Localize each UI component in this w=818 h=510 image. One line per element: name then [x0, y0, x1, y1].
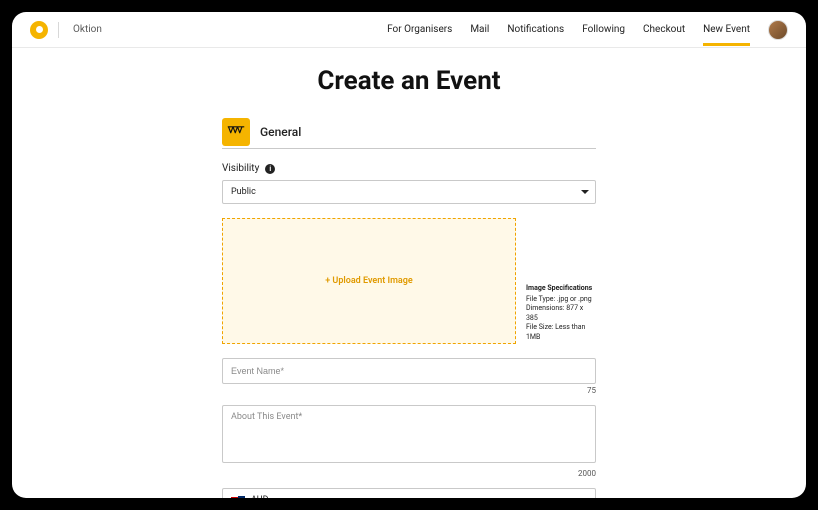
- top-nav: For Organisers Mail Notifications Follow…: [387, 20, 788, 40]
- page-title: Create an Event: [12, 66, 806, 96]
- top-bar: Oktion For Organisers Mail Notifications…: [12, 12, 806, 48]
- about-event-textarea[interactable]: [222, 405, 596, 463]
- currency-select[interactable]: AUD: [222, 488, 596, 498]
- upload-row: + Upload Event Image Image Specification…: [222, 218, 596, 344]
- form-wrap: General Visibility i Public + Upload Eve…: [222, 118, 596, 498]
- nav-following[interactable]: Following: [582, 24, 625, 35]
- screen: Oktion For Organisers Mail Notifications…: [12, 12, 806, 498]
- nav-organisers[interactable]: For Organisers: [387, 24, 452, 35]
- nav-new-event[interactable]: New Event: [703, 24, 750, 46]
- brand-name: Oktion: [73, 24, 102, 35]
- specs-filesize: File Size: Less than 1MB: [526, 323, 596, 342]
- visibility-value: Public: [231, 187, 256, 197]
- nav-mail[interactable]: Mail: [470, 24, 489, 35]
- brand-wrap[interactable]: Oktion: [30, 21, 102, 39]
- visibility-select[interactable]: Public: [222, 180, 596, 204]
- flag-icon: [231, 496, 245, 499]
- logo-icon: [30, 21, 48, 39]
- event-name-counter: 75: [222, 386, 596, 395]
- image-specs: Image Specifications File Type: .jpg or …: [526, 284, 596, 344]
- specs-dimensions: Dimensions: 877 x 385: [526, 304, 596, 323]
- upload-event-image[interactable]: + Upload Event Image: [222, 218, 516, 344]
- banner-icon: [222, 118, 250, 146]
- info-icon[interactable]: i: [265, 164, 275, 174]
- event-name-input[interactable]: [222, 358, 596, 384]
- content-scroll[interactable]: Create an Event General Visibility i Pub…: [12, 48, 806, 498]
- section-header-general: General: [222, 118, 596, 149]
- currency-value: AUD: [251, 495, 269, 498]
- nav-notifications[interactable]: Notifications: [507, 24, 564, 35]
- device-frame: Oktion For Organisers Mail Notifications…: [0, 0, 818, 510]
- nav-checkout[interactable]: Checkout: [643, 24, 685, 35]
- chevron-down-icon: [581, 190, 589, 194]
- about-event-counter: 2000: [222, 469, 596, 478]
- brand-divider: [58, 22, 59, 38]
- avatar[interactable]: [768, 20, 788, 40]
- specs-title: Image Specifications: [526, 284, 596, 293]
- visibility-label-row: Visibility i: [222, 163, 596, 174]
- specs-filetype: File Type: .jpg or .png: [526, 295, 596, 304]
- section-title-general: General: [260, 125, 301, 139]
- upload-label: + Upload Event Image: [325, 276, 412, 286]
- visibility-label: Visibility: [222, 163, 259, 174]
